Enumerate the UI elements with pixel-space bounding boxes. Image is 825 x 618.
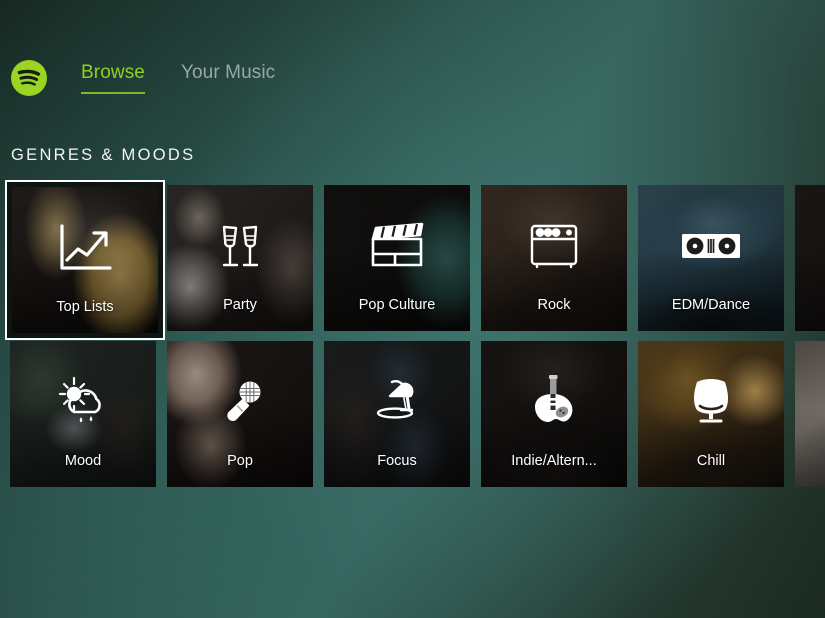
nav-active-underline (81, 92, 145, 94)
lounge-chair-icon (638, 371, 784, 433)
section-title-genres-and-moods: GENRES & MOODS (11, 146, 196, 164)
genre-tile-label: Indie/Altern... (511, 453, 597, 469)
genre-tile-label: Pop Culture (358, 297, 436, 313)
nav-tab-your-music[interactable]: Your Music (175, 62, 281, 94)
nav-tab-browse-label: Browse (81, 62, 145, 83)
genre-tile-label: Focus (377, 453, 417, 469)
champagne-glasses-icon (167, 215, 313, 277)
spotify-logo-icon (8, 57, 50, 99)
microphone-icon (167, 371, 313, 433)
main-nav: Browse Your Music (75, 62, 305, 94)
genre-tile-edm-dance[interactable]: EDM/Dance (638, 185, 784, 331)
genre-tile-mood[interactable]: Mood (10, 341, 156, 487)
tile-row: Mood Pop Focus Indie/Altern... Chill (0, 341, 825, 497)
genre-tile-chill[interactable]: Chill (638, 341, 784, 487)
chart-trend-up-icon (12, 217, 158, 279)
genres-and-moods-grid: Top Lists Party Pop Culture Rock EDM/Dan… (0, 180, 825, 497)
tile-overlay-shade (795, 185, 825, 331)
nav-tab-your-music-label: Your Music (180, 62, 276, 83)
spotify-browse-screen: Browse Your Music GENRES & MOODS Top Lis… (0, 0, 825, 618)
genre-tile-focus[interactable]: Focus (324, 341, 470, 487)
clapperboard-icon (324, 215, 470, 277)
app-header: Browse Your Music (0, 54, 305, 102)
genre-tile-label: Chill (696, 453, 726, 469)
genre-tile-rock[interactable]: Rock (481, 185, 627, 331)
sun-cloud-rain-icon (10, 371, 156, 433)
genre-tile-partial[interactable] (795, 341, 825, 487)
nav-tab-browse[interactable]: Browse (75, 62, 151, 94)
tile-focus-ring[interactable]: Top Lists (5, 180, 165, 340)
genre-tile-label: Top Lists (56, 299, 114, 315)
tile-overlay-shade (795, 341, 825, 487)
genre-tile-label: Party (223, 297, 257, 313)
genre-tile-party[interactable]: Party (167, 185, 313, 331)
genre-tile-label: Rock (537, 297, 571, 313)
genre-tile-label: Pop (227, 453, 253, 469)
electric-guitar-icon (481, 371, 627, 433)
genre-tile-pop-culture[interactable]: Pop Culture (324, 185, 470, 331)
genre-tile-indie-altern[interactable]: Indie/Altern... (481, 341, 627, 487)
desk-lamp-icon (324, 371, 470, 433)
genre-tile-partial[interactable] (795, 185, 825, 331)
genre-tile-top-lists[interactable]: Top Lists (12, 187, 158, 333)
genre-tile-label: EDM/Dance (671, 297, 751, 313)
guitar-amplifier-icon (481, 215, 627, 277)
genre-tile-pop[interactable]: Pop (167, 341, 313, 487)
genre-tile-label: Mood (64, 453, 102, 469)
dj-turntables-icon (638, 215, 784, 277)
tile-row: Top Lists Party Pop Culture Rock EDM/Dan… (0, 180, 825, 341)
